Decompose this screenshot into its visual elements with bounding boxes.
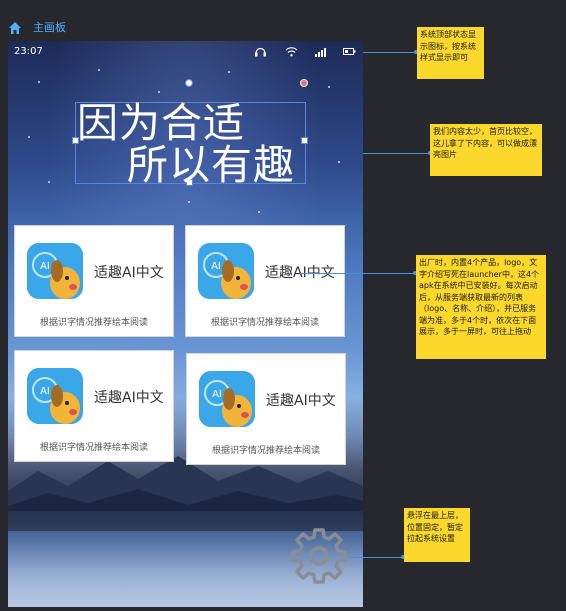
- signal-icon: [315, 48, 326, 57]
- app-name: 适趣AI中文: [94, 390, 164, 406]
- slogan-banner: 因为合适 所以有趣: [8, 41, 363, 241]
- logo-badge: AI: [211, 261, 221, 272]
- star: [228, 71, 230, 73]
- annotation-connector: [363, 153, 431, 154]
- star: [338, 161, 340, 163]
- app-description: 根据识字情况推荐绘本阅读: [39, 318, 148, 328]
- app-description: 根据识字情况推荐绘本阅读: [211, 446, 320, 456]
- home-icon[interactable]: [8, 21, 22, 35]
- product-card[interactable]: AI 适趣AI中文 根据识字情况推荐绘本阅读: [186, 353, 346, 465]
- app-name: 适趣AI中文: [265, 265, 335, 281]
- star: [158, 91, 160, 93]
- gear-icon[interactable]: [288, 526, 350, 588]
- annotation-connector: [363, 52, 417, 53]
- status-time: 23:07: [14, 46, 43, 57]
- anchor-handle[interactable]: [300, 79, 308, 87]
- app-logo-icon: AI: [199, 371, 255, 427]
- launcher-screen: 23:07 因为合适 所以有趣 AI 适趣AI中文 根据识字情况推荐绘本阅读 A…: [8, 41, 363, 607]
- status-bar: 23:07: [8, 41, 363, 63]
- annotation-connector: [348, 557, 404, 558]
- app-logo-icon: AI: [198, 243, 254, 299]
- star: [188, 201, 190, 203]
- annotation-note[interactable]: 系统顶部状态显示图标，按系统样式显示即可: [417, 27, 484, 79]
- star: [38, 81, 40, 83]
- logo-badge: AI: [212, 389, 222, 400]
- app-name: 适趣AI中文: [94, 265, 164, 281]
- star: [258, 211, 260, 213]
- product-card[interactable]: AI 适趣AI中文 根据识字情况推荐绘本阅读: [14, 225, 174, 337]
- app-description: 根据识字情况推荐绘本阅读: [39, 443, 148, 453]
- headset-icon: [255, 47, 266, 57]
- rotate-handle[interactable]: [185, 79, 193, 87]
- annotation-connector: [300, 273, 416, 274]
- artboard-title[interactable]: 主画板: [33, 21, 66, 35]
- annotation-note[interactable]: 悬浮在最上层，位置固定，暂定拉起系统设置: [404, 508, 470, 562]
- app-logo-icon: AI: [27, 368, 83, 424]
- battery-icon: [343, 48, 356, 55]
- selection-box[interactable]: [75, 102, 306, 184]
- annotation-note[interactable]: 我们内容太少，首页比较空，这儿拿了下内容，可以做成漂亮图片: [430, 124, 542, 176]
- annotation-note[interactable]: 出厂时，内置4个产品，logo，文字介绍写死在launcher中，这4个apk在…: [416, 255, 546, 359]
- slogan-line-2: 所以有趣: [127, 141, 295, 189]
- slogan-line-1: 因为合适: [77, 99, 245, 147]
- star: [28, 136, 30, 138]
- star: [98, 69, 100, 71]
- logo-badge: AI: [40, 386, 50, 397]
- resize-handle[interactable]: [301, 137, 308, 144]
- app-name: 适趣AI中文: [266, 393, 336, 409]
- resize-handle[interactable]: [72, 137, 79, 144]
- app-description: 根据识字情况推荐绘本阅读: [210, 318, 319, 328]
- app-logo-icon: AI: [27, 243, 83, 299]
- product-card[interactable]: AI 适趣AI中文 根据识字情况推荐绘本阅读: [14, 350, 174, 462]
- wifi-icon: [285, 47, 298, 57]
- star: [328, 86, 330, 88]
- logo-badge: AI: [40, 261, 50, 272]
- resize-handle[interactable]: [186, 179, 193, 186]
- product-card[interactable]: AI 适趣AI中文 根据识字情况推荐绘本阅读: [185, 225, 345, 337]
- star: [48, 181, 50, 183]
